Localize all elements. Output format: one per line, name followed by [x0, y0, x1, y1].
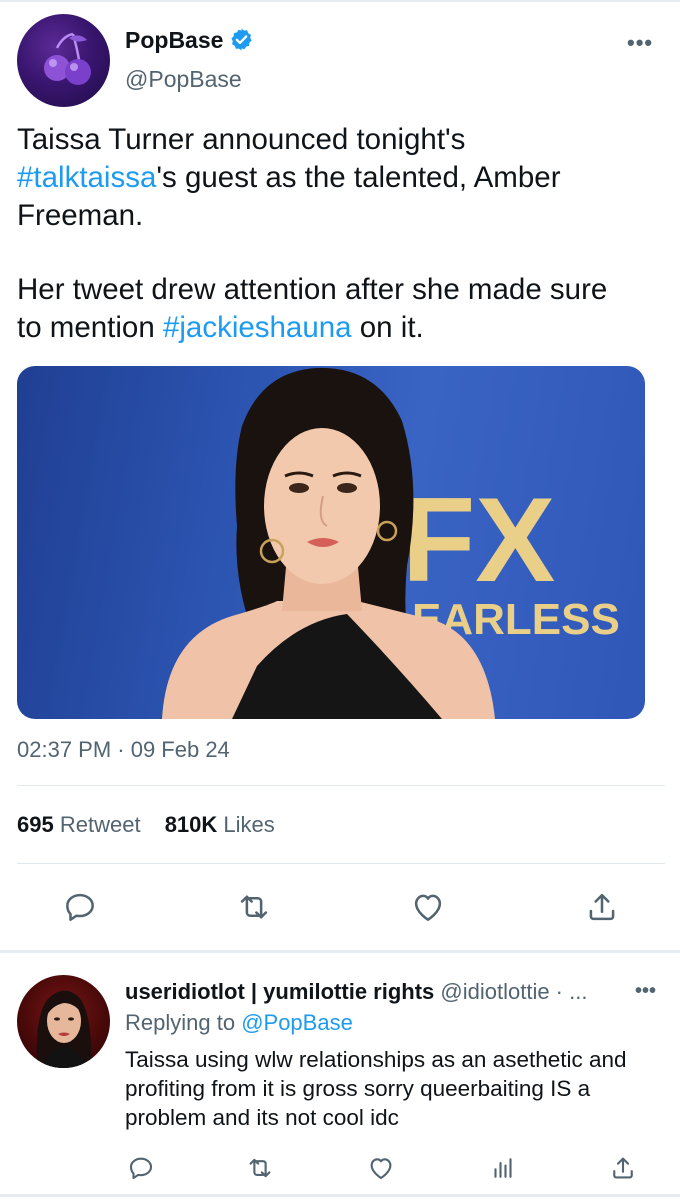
reply-share-button[interactable] — [608, 1153, 638, 1183]
likes-count: 810K — [164, 812, 218, 837]
heart-icon — [414, 894, 442, 921]
reply-button[interactable] — [61, 888, 99, 926]
heart-icon — [370, 1158, 392, 1180]
divider — [17, 863, 665, 864]
reply-author-name[interactable]: useridiotlot | yumilottie rights — [125, 979, 434, 1004]
likes-stat[interactable]: 810K Likes — [165, 812, 275, 838]
popbase-avatar[interactable] — [17, 14, 110, 107]
reply-icon — [129, 1157, 153, 1180]
author-name[interactable]: PopBase — [125, 27, 223, 54]
reply-author-handle[interactable]: @idiotlottie · ... — [440, 979, 587, 1004]
likes-label: Likes — [223, 812, 275, 837]
photo-illustration: FX EARLESS — [162, 367, 620, 719]
cherries-icon — [44, 32, 91, 85]
like-button[interactable] — [409, 888, 447, 926]
reply-reply-button[interactable] — [126, 1153, 156, 1183]
tweet-text-line: Taissa Turner announced tonight's — [17, 123, 466, 156]
tweet-text-line: Her tweet drew attention after she made … — [17, 273, 608, 306]
tweet-text-line: 's guest as the talented, Amber — [156, 161, 561, 194]
retweets-label: Retweet — [59, 812, 141, 837]
retweets-stat[interactable]: 695 Retweet — [17, 812, 141, 838]
reply-avatar[interactable] — [17, 975, 110, 1068]
tweet-stats: 695 Retweet 810K Likes — [17, 812, 293, 838]
share-icon — [613, 1157, 633, 1179]
reply-text: Taissa using wlw relationships as an ase… — [125, 1047, 627, 1130]
tweet-text-line: on it. — [351, 311, 424, 344]
divider — [17, 785, 665, 786]
analytics-icon — [494, 1158, 512, 1178]
tweet-text-line: to mention — [17, 311, 163, 344]
reply-analytics-button[interactable] — [488, 1153, 518, 1183]
reply-avatar-illustration — [36, 990, 92, 1068]
reply-header: useridiotlot | yumilottie rights @idiotl… — [125, 979, 587, 1005]
tweet-photo[interactable]: FX EARLESS — [17, 366, 645, 719]
more-options-icon[interactable]: ••• — [627, 30, 653, 56]
reply-more-options-icon[interactable]: ••• — [635, 980, 656, 1003]
section-divider — [0, 950, 680, 953]
backdrop-logo: FX — [402, 473, 555, 607]
retweet-icon — [249, 1158, 271, 1178]
tweet-text-line: Freeman. — [17, 199, 144, 232]
retweet-icon — [240, 895, 268, 919]
share-icon — [589, 893, 615, 921]
tweet-timestamp[interactable]: 02:37 PM · 09 Feb 24 — [17, 737, 230, 763]
hashtag-link[interactable]: #talktaissa — [17, 161, 156, 194]
replying-prefix: Replying to — [125, 1010, 242, 1035]
share-button[interactable] — [583, 888, 621, 926]
tweet-text: Taissa Turner announced tonight's #talkt… — [17, 121, 667, 347]
author-handle[interactable]: @PopBase — [125, 66, 242, 93]
retweets-count: 695 — [17, 812, 54, 837]
retweet-button[interactable] — [235, 888, 273, 926]
replying-to-link[interactable]: @PopBase — [241, 1010, 353, 1035]
reply-like-button[interactable] — [366, 1153, 396, 1183]
reply-icon — [66, 893, 94, 921]
top-divider — [0, 0, 680, 2]
verified-badge-icon — [231, 28, 252, 51]
replying-to: Replying to @PopBase — [125, 1010, 353, 1036]
bottom-divider — [0, 1194, 680, 1197]
hashtag-link[interactable]: #jackieshauna — [163, 311, 352, 344]
reply-retweet-button[interactable] — [245, 1153, 275, 1183]
